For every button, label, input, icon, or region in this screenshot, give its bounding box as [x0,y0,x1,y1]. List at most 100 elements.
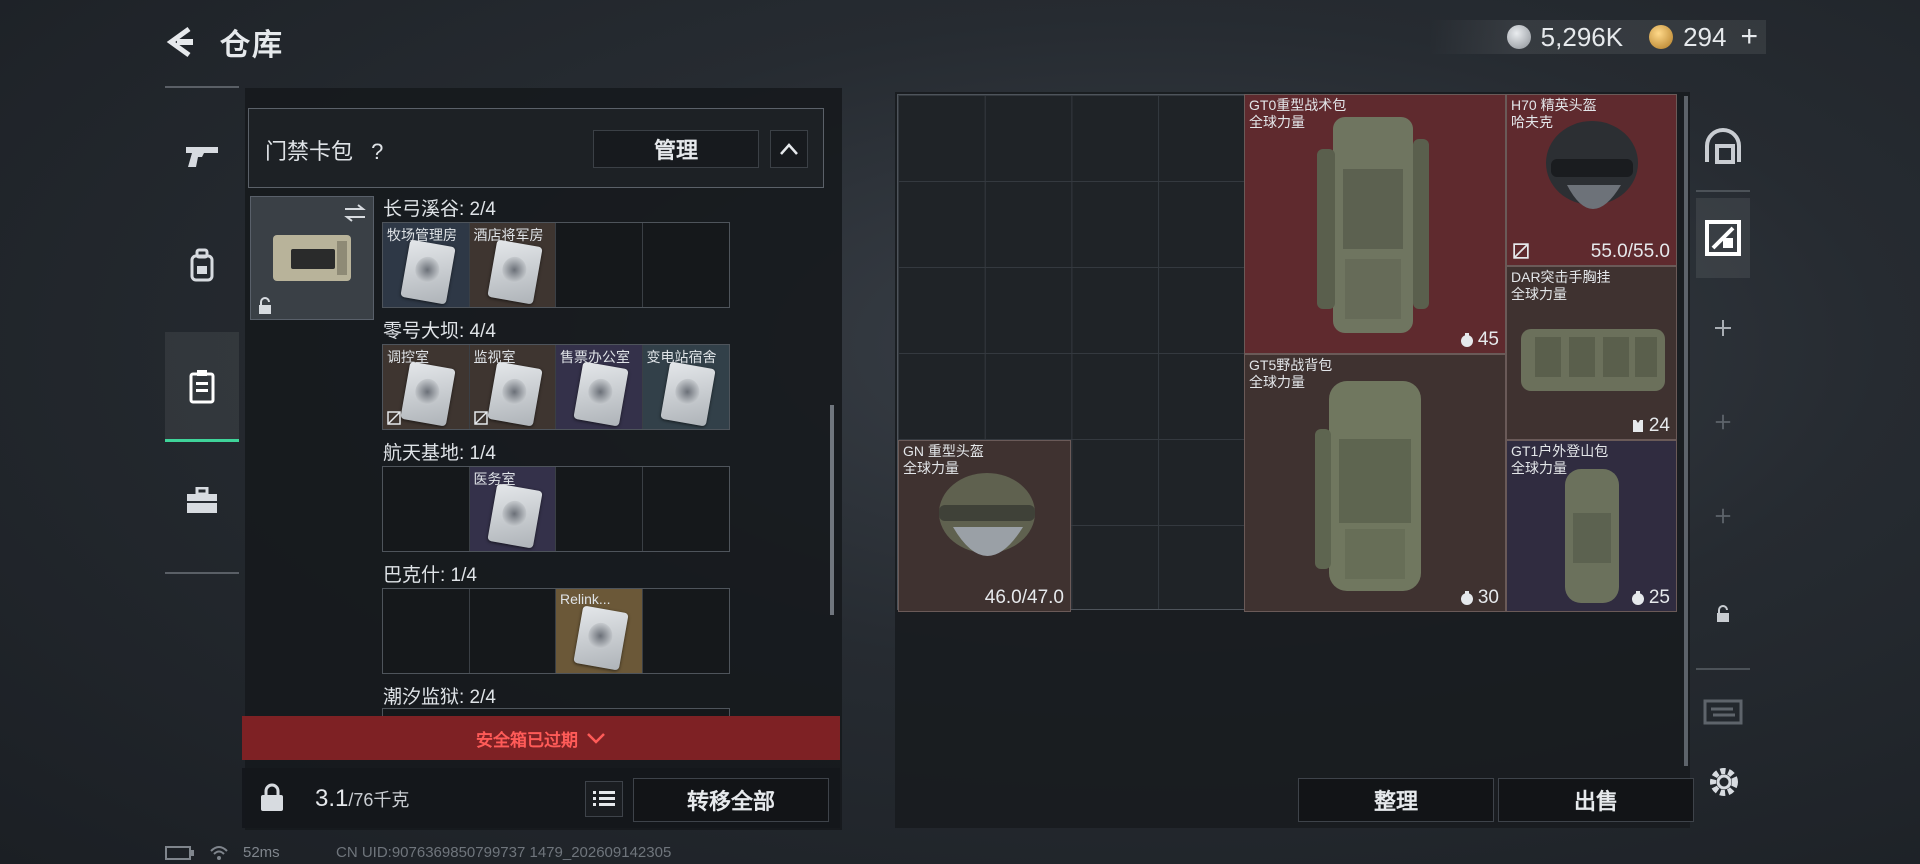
card-slot-row: 医务室 [382,466,730,552]
card-slot[interactable]: 酒店将军房 [469,223,556,307]
keycard-image [659,361,716,427]
sort-button[interactable]: 整理 [1298,778,1494,822]
sell-button[interactable]: 出售 [1498,778,1694,822]
stash-item-gt5-backpack[interactable]: GT5野战背包 全球力量 30 [1244,354,1506,612]
card-slot[interactable]: Relink... [556,589,643,673]
card-slot[interactable]: 医务室 [469,467,556,551]
expired-text: 安全箱已过期 [476,730,578,750]
currency-primary: 5,296K [1540,21,1624,52]
empty-card-slot[interactable] [643,223,730,307]
group-label: 零号大坝: 4/4 [383,321,496,342]
card-slot[interactable]: 变电站宿舍 [642,345,729,429]
card-slot-row: 调控室 监视室 售票办公室 变电站宿舍 [382,344,730,430]
empty-card-slot[interactable] [643,467,730,551]
exchange-button[interactable] [1696,672,1750,752]
list-icon [593,791,615,806]
status-bar: 52ms [165,844,280,861]
card-name: Relink... [560,591,611,607]
card-slot[interactable]: 售票办公室 [556,345,643,429]
category-rail [165,86,239,574]
collapse-button[interactable] [770,130,808,168]
briefcase-icon [187,487,217,513]
empty-card-slot[interactable] [383,467,470,551]
weight-readout: 3.1/76千克 [315,785,409,813]
expired-banner[interactable]: 安全箱已过期 [242,716,840,760]
card-slot-row: 牧场管理房 酒店将军房 [382,222,730,308]
broken-icon [473,411,488,425]
weight-lock-button[interactable] [250,776,294,820]
settings-button[interactable] [1702,760,1746,804]
lock-icon [1717,605,1729,622]
help-button[interactable]: ? [371,139,383,164]
card-slot[interactable]: 调控室 [383,345,470,429]
keycard-image [486,483,543,549]
manage-button[interactable]: 管理 [593,130,759,168]
item-name: DAR突击手胸挂 全球力量 [1511,269,1611,303]
item-title: GT1户外登山包 [1511,443,1609,459]
stash-item-h70-helmet[interactable]: H70 精英头盔 哈夫克 55.0/55.0 [1506,94,1677,266]
capacity-value: 30 [1477,587,1499,608]
helmet-image [939,473,1035,556]
gear-icon [1710,768,1738,796]
lock-icon [259,297,271,314]
card-case-scrollbar[interactable] [830,405,834,615]
group-label: 潮汐监狱: 2/4 [383,687,496,708]
empty-card-slot[interactable] [470,589,556,673]
capacity-icon [1460,333,1473,347]
backpack-image [1565,469,1619,603]
card-slot[interactable]: 监视室 [469,345,556,429]
group-label: 航天基地: 1/4 [383,443,496,464]
item-brand: 全球力量 [1511,286,1567,302]
rail-keycard-case[interactable] [165,332,239,442]
empty-card-slot[interactable] [556,223,643,307]
exchange-icon [1703,699,1743,725]
silver-coin-icon [1506,25,1531,49]
stash-tab-main[interactable] [1696,198,1750,278]
keycard-case-icon [189,369,215,403]
user-uid: CN UID:9076369850799737 1479_20260914230… [336,844,672,861]
capacity-icon [1460,591,1473,605]
add-stash-tab-button[interactable] [1696,476,1750,556]
keycard-image [486,361,543,427]
equipment-tab[interactable] [1696,106,1750,186]
keycard-image [400,239,456,305]
stash-item-gn-helmet[interactable]: GN 重型头盔 全球力量 46.0/47.0 [898,440,1071,612]
broken-icon [387,411,401,425]
transfer-all-button[interactable]: 转移全部 [633,778,829,822]
stash-scrollbar[interactable] [1684,96,1688,766]
locked-stash-tab[interactable] [1696,574,1750,654]
add-icon [1715,414,1731,430]
add-stash-tab-button[interactable] [1696,288,1750,368]
empty-card-slot[interactable] [643,589,730,673]
rail-toolbox[interactable] [165,446,239,556]
empty-card-slot[interactable] [383,589,470,673]
stash-item-gt0-backpack[interactable]: GT0重型战术包 全球力量 45 [1244,94,1506,354]
keycard-image [400,361,456,427]
card-slot[interactable]: 牧场管理房 [383,223,470,307]
gold-coin-icon [1649,25,1674,49]
wifi-icon [210,845,228,860]
backpack-image [1317,117,1429,333]
weight-max: /76千克 [348,790,410,810]
card-slot-row: Relink... [382,588,730,674]
stash-item-dar-chest-rig[interactable]: DAR突击手胸挂 全球力量 24 [1506,266,1677,440]
empty-card-slot[interactable] [556,467,643,551]
swap-icon[interactable] [343,203,367,223]
stash-item-gt1-backpack[interactable]: GT1户外登山包 全球力量 25 [1506,440,1677,612]
backpack-image [1315,381,1421,591]
gun-icon [186,147,218,167]
add-currency-button[interactable]: + [1740,20,1758,54]
backpack-icon [190,248,214,282]
keycard-holder-item[interactable] [250,196,374,320]
back-button[interactable] [160,22,200,62]
page-title: 仓库 [220,29,284,62]
battery-icon [165,845,194,860]
capacity-readout: 24 [1631,415,1670,437]
add-icon [1715,320,1731,336]
list-view-button[interactable] [585,781,623,817]
add-stash-tab-button[interactable] [1696,382,1750,462]
rail-weapons[interactable] [165,100,239,210]
rail-gear[interactable] [165,210,239,320]
currency-secondary: 294 [1683,21,1727,52]
capacity-value: 25 [1648,587,1670,608]
